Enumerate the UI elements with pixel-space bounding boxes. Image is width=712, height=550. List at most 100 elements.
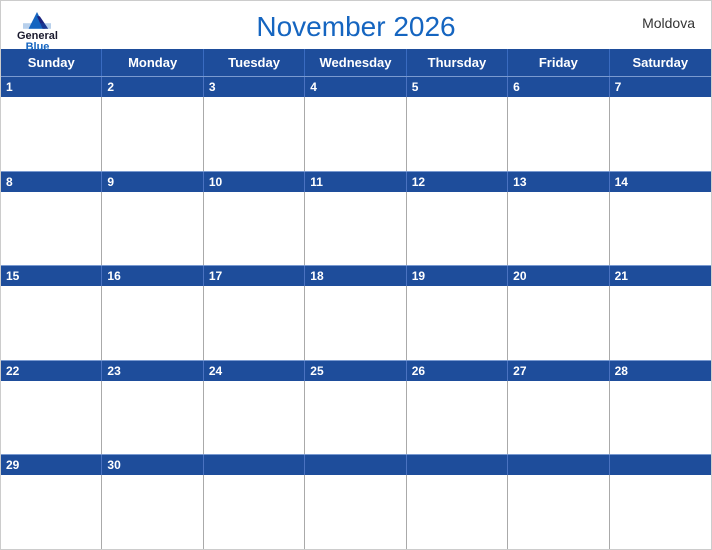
calendar-header: General Blue November 2026 Moldova (1, 1, 711, 49)
week-3-dates: 15 16 17 18 19 20 21 (1, 266, 711, 286)
cell-9 (102, 192, 203, 266)
date-12: 12 (407, 172, 508, 192)
cell-3 (204, 97, 305, 171)
cell-empty-2 (305, 475, 406, 549)
logo-text-blue: Blue (26, 42, 50, 53)
date-22: 22 (1, 361, 102, 381)
week-4: 22 23 24 25 26 27 28 (1, 360, 711, 455)
date-25: 25 (305, 361, 406, 381)
date-empty-5 (610, 455, 711, 475)
week-3: 15 16 17 18 19 20 21 (1, 265, 711, 360)
cell-2 (102, 97, 203, 171)
header-monday: Monday (102, 49, 203, 76)
date-24: 24 (204, 361, 305, 381)
cell-28 (610, 381, 711, 455)
date-2: 2 (102, 77, 203, 97)
header-sunday: Sunday (1, 49, 102, 76)
cell-empty-3 (407, 475, 508, 549)
cell-24 (204, 381, 305, 455)
cell-11 (305, 192, 406, 266)
week-5-content (1, 475, 711, 549)
cell-empty-1 (204, 475, 305, 549)
country-label: Moldova (642, 15, 695, 31)
date-28: 28 (610, 361, 711, 381)
cell-empty-5 (610, 475, 711, 549)
cell-29 (1, 475, 102, 549)
week-2-content (1, 192, 711, 266)
cell-4 (305, 97, 406, 171)
date-17: 17 (204, 266, 305, 286)
date-5: 5 (407, 77, 508, 97)
cell-27 (508, 381, 609, 455)
date-19: 19 (407, 266, 508, 286)
cell-6 (508, 97, 609, 171)
date-15: 15 (1, 266, 102, 286)
header-saturday: Saturday (610, 49, 711, 76)
date-empty-3 (407, 455, 508, 475)
date-29: 29 (1, 455, 102, 475)
logo: General Blue (17, 9, 58, 53)
cell-5 (407, 97, 508, 171)
header-tuesday: Tuesday (204, 49, 305, 76)
cell-14 (610, 192, 711, 266)
date-8: 8 (1, 172, 102, 192)
date-16: 16 (102, 266, 203, 286)
week-1-dates: 1 2 3 4 5 6 7 (1, 77, 711, 97)
date-empty-4 (508, 455, 609, 475)
date-23: 23 (102, 361, 203, 381)
date-27: 27 (508, 361, 609, 381)
week-2-dates: 8 9 10 11 12 13 14 (1, 172, 711, 192)
cell-7 (610, 97, 711, 171)
cell-23 (102, 381, 203, 455)
header-friday: Friday (508, 49, 609, 76)
date-11: 11 (305, 172, 406, 192)
cell-13 (508, 192, 609, 266)
week-3-content (1, 286, 711, 360)
cell-20 (508, 286, 609, 360)
week-4-dates: 22 23 24 25 26 27 28 (1, 361, 711, 381)
cell-empty-4 (508, 475, 609, 549)
cell-12 (407, 192, 508, 266)
date-21: 21 (610, 266, 711, 286)
week-5: 29 30 (1, 454, 711, 549)
date-30: 30 (102, 455, 203, 475)
month-title: November 2026 (256, 11, 455, 43)
date-4: 4 (305, 77, 406, 97)
date-13: 13 (508, 172, 609, 192)
cell-19 (407, 286, 508, 360)
cell-1 (1, 97, 102, 171)
week-4-content (1, 381, 711, 455)
header-thursday: Thursday (407, 49, 508, 76)
cell-30 (102, 475, 203, 549)
cell-18 (305, 286, 406, 360)
date-3: 3 (204, 77, 305, 97)
header-wednesday: Wednesday (305, 49, 406, 76)
cell-22 (1, 381, 102, 455)
day-headers: Sunday Monday Tuesday Wednesday Thursday… (1, 49, 711, 76)
cell-25 (305, 381, 406, 455)
date-9: 9 (102, 172, 203, 192)
cell-15 (1, 286, 102, 360)
week-1-content (1, 97, 711, 171)
cell-21 (610, 286, 711, 360)
date-empty-2 (305, 455, 406, 475)
week-1: 1 2 3 4 5 6 7 (1, 76, 711, 171)
cell-17 (204, 286, 305, 360)
week-2: 8 9 10 11 12 13 14 (1, 171, 711, 266)
cell-10 (204, 192, 305, 266)
date-20: 20 (508, 266, 609, 286)
date-7: 7 (610, 77, 711, 97)
cell-26 (407, 381, 508, 455)
calendar: General Blue November 2026 Moldova Sunda… (0, 0, 712, 550)
cell-8 (1, 192, 102, 266)
calendar-body: 1 2 3 4 5 6 7 8 9 10 (1, 76, 711, 549)
logo-icon (23, 9, 51, 29)
date-6: 6 (508, 77, 609, 97)
date-14: 14 (610, 172, 711, 192)
date-1: 1 (1, 77, 102, 97)
date-empty-1 (204, 455, 305, 475)
date-18: 18 (305, 266, 406, 286)
date-26: 26 (407, 361, 508, 381)
date-10: 10 (204, 172, 305, 192)
cell-16 (102, 286, 203, 360)
